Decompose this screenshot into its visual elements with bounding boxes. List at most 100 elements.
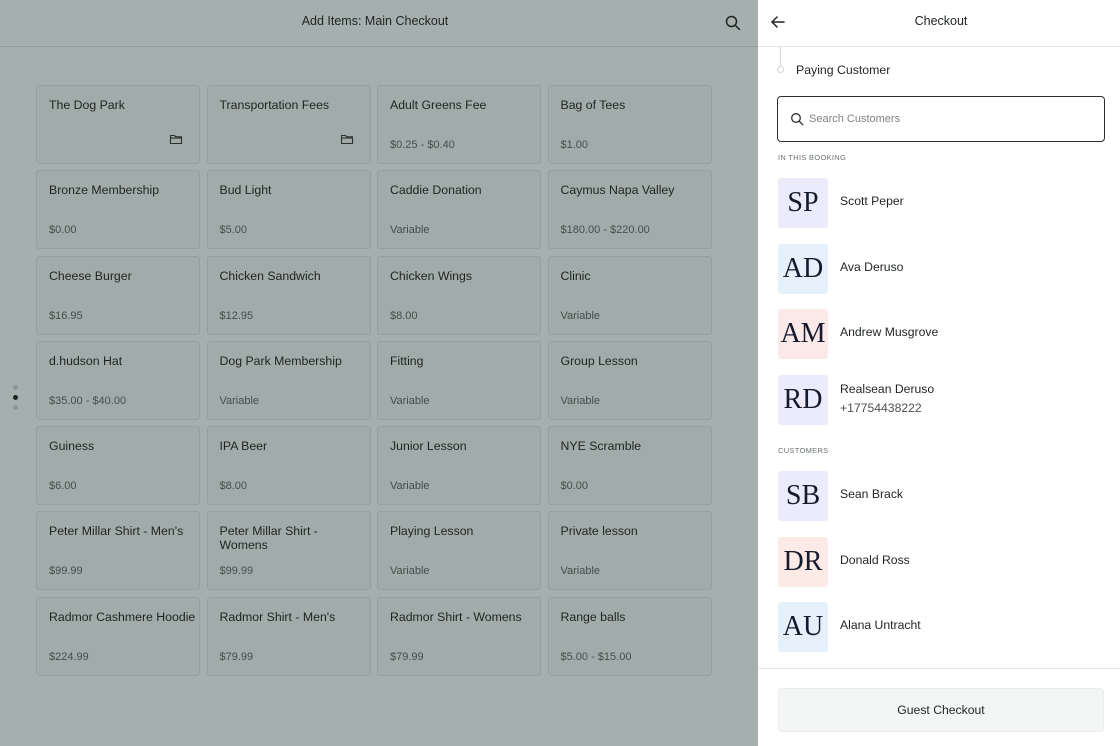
item-tile[interactable]: Radmor Cashmere Hoodie $224.99	[36, 596, 200, 676]
step-marker	[777, 66, 784, 73]
item-tile[interactable]: d.hudson Hat $35.00 - $40.00	[36, 340, 200, 420]
item-tile[interactable]: Bronze Membership $0.00	[36, 170, 200, 250]
folder-icon	[340, 134, 353, 145]
page-dot[interactable]	[13, 385, 18, 390]
item-price: $1.00	[560, 139, 589, 151]
avatar: SB	[778, 470, 828, 521]
item-name: Adult Greens Fee	[390, 98, 487, 112]
item-name: Chicken Sandwich	[219, 268, 321, 283]
customer-row[interactable]: SP Scott Peper	[778, 178, 1108, 229]
item-tile[interactable]: Private lesson Variable	[547, 511, 712, 591]
item-tile[interactable]: Chicken Sandwich $12.95	[206, 255, 371, 335]
item-tile[interactable]: Guiness $6.00	[36, 426, 200, 506]
drawer-title: Checkout	[914, 14, 968, 28]
checkout-drawer: Checkout Paying Customer IN THIS BOOKING…	[758, 0, 1120, 746]
item-tile[interactable]: Clinic Variable	[547, 255, 712, 335]
customer-search-box[interactable]	[777, 96, 1105, 142]
customer-search-input[interactable]	[809, 108, 1094, 130]
item-tile[interactable]: Dog Park Membership Variable	[206, 340, 371, 420]
item-tile[interactable]: Adult Greens Fee $0.25 - $0.40	[377, 85, 541, 164]
item-tile[interactable]: Radmor Shirt - Womens $79.99	[377, 596, 541, 676]
item-price: $99.99	[49, 565, 83, 578]
item-tile[interactable]: Bud Light $5.00	[206, 170, 371, 250]
item-tile[interactable]: Cheese Burger $16.95	[36, 255, 200, 335]
item-tile[interactable]: Radmor Shirt - Men's $79.99	[206, 596, 371, 676]
item-tile[interactable]: Junior Lesson Variable	[377, 426, 541, 506]
item-tile[interactable]: Bag of Tees $1.00	[547, 85, 712, 164]
catalog-header: Add Items: Main Checkout	[0, 0, 758, 47]
item-name: Caymus Napa Valley	[560, 183, 675, 198]
item-name: Bronze Membership	[49, 183, 160, 198]
item-tile[interactable]: Transportation Fees	[206, 85, 371, 164]
page-indicator	[13, 385, 19, 415]
item-price: $79.99	[390, 650, 424, 663]
item-price: Variable	[390, 480, 430, 493]
catalog-title: Add Items: Main Checkout	[301, 14, 449, 28]
page-dot[interactable]	[13, 395, 18, 400]
item-price: $0.25 - $0.40	[390, 139, 455, 151]
avatar: AM	[778, 309, 828, 360]
item-name: Transportation Fees	[219, 98, 330, 112]
item-tile[interactable]: Fitting Variable	[377, 340, 541, 420]
item-name: Playing Lesson	[390, 524, 474, 539]
item-tile[interactable]: Range balls $5.00 - $15.00	[547, 596, 712, 676]
customer-name: Alana Untracht	[840, 618, 921, 633]
item-name: Clinic	[560, 268, 591, 283]
drawer-header: Checkout	[758, 0, 1120, 47]
item-tile[interactable]: Peter Millar Shirt - Womens $99.99	[206, 511, 371, 591]
item-tile[interactable]: Caymus Napa Valley $180.00 - $220.00	[547, 170, 712, 250]
customer-name: Scott Peper	[840, 194, 904, 208]
customer-name: Andrew Musgrove	[840, 325, 939, 340]
item-tile[interactable]: Caddie Donation Variable	[377, 170, 541, 250]
item-name: Junior Lesson	[390, 439, 467, 454]
item-name: IPA Beer	[219, 439, 268, 454]
item-tile[interactable]: Peter Millar Shirt - Men's $99.99	[36, 511, 200, 591]
item-name: Chicken Wings	[390, 268, 473, 283]
step-label: Paying Customer	[796, 63, 891, 77]
search-icon[interactable]	[724, 14, 742, 32]
customer-row[interactable]: SB Sean Brack	[778, 470, 1108, 522]
item-price: $12.95	[219, 309, 254, 322]
item-tile[interactable]: NYE Scramble $0.00	[547, 426, 712, 506]
customer-row[interactable]: AM Andrew Musgrove	[778, 309, 1108, 360]
item-name: Group Lesson	[560, 353, 638, 368]
customer-row[interactable]: AU Alana Untracht	[778, 602, 1108, 653]
avatar: RD	[778, 375, 828, 426]
item-name: Cheese Burger	[49, 268, 132, 283]
item-tile[interactable]: IPA Beer $8.00	[206, 426, 371, 506]
avatar: AU	[778, 602, 828, 653]
customer-name: Realsean Deruso	[840, 382, 935, 397]
item-price: $180.00 - $220.00	[560, 224, 650, 237]
customer-name: Donald Ross	[840, 552, 910, 567]
item-price: $99.99	[219, 565, 254, 578]
item-price: $0.00	[49, 224, 77, 237]
customer-name: Ava Deruso	[840, 259, 904, 274]
item-name: Caddie Donation	[390, 183, 482, 198]
item-name: Radmor Shirt - Men's	[219, 609, 336, 624]
avatar: AD	[778, 243, 828, 294]
customer-row[interactable]: DR Donald Ross	[778, 536, 1108, 588]
customer-name: Sean Brack	[840, 486, 904, 501]
item-tile[interactable]: Group Lesson Variable	[547, 340, 712, 420]
item-name: Bud Light	[219, 183, 272, 198]
item-price: $16.95	[49, 309, 83, 322]
item-name: Guiness	[49, 439, 95, 454]
avatar: DR	[778, 536, 828, 587]
item-price: $79.99	[219, 650, 254, 663]
customer-row[interactable]: AD Ava Deruso	[778, 243, 1108, 295]
item-price: $224.99	[49, 650, 89, 663]
item-price: Variable	[560, 394, 601, 407]
guest-checkout-button[interactable]: Guest Checkout	[778, 688, 1104, 732]
customer-row[interactable]: RD Realsean Deruso +17754438222	[778, 375, 1108, 426]
item-name: Peter Millar Shirt - Men's	[49, 524, 184, 539]
page-dot[interactable]	[13, 405, 18, 410]
item-tile[interactable]: The Dog Park	[36, 85, 200, 164]
item-price: Variable	[390, 394, 430, 407]
item-tile[interactable]: Chicken Wings $8.00	[377, 255, 541, 335]
item-name: d.hudson Hat	[49, 353, 123, 368]
item-price: $5.00	[219, 224, 248, 237]
item-name: Private lesson	[560, 524, 638, 539]
step-connector	[780, 47, 781, 67]
item-tile[interactable]: Playing Lesson Variable	[377, 511, 541, 591]
item-name: NYE Scramble	[560, 439, 642, 454]
